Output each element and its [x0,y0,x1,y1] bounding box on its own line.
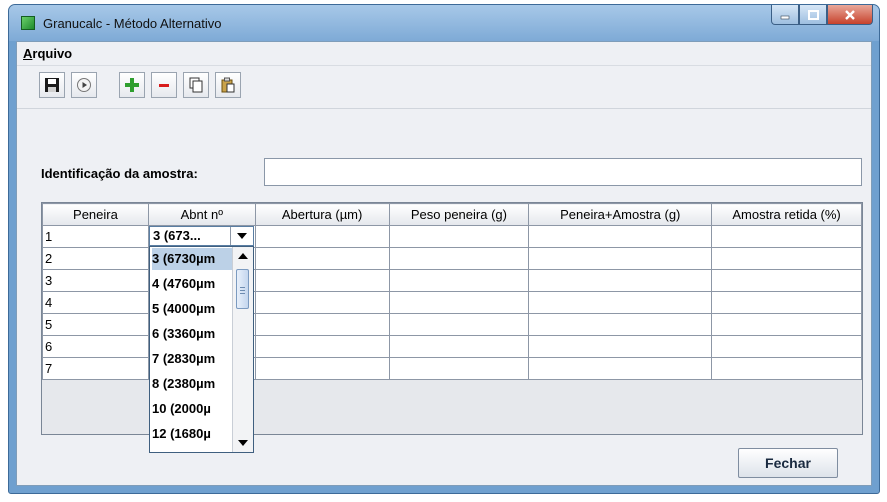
table-cell[interactable]: 3 [42,269,149,292]
table-cell[interactable] [254,269,390,292]
save-button[interactable] [39,72,65,98]
table-cell[interactable] [528,313,713,336]
dropdown-option[interactable]: 3 (6730µm [152,248,232,270]
table-cell[interactable] [711,335,862,358]
scroll-down-button[interactable] [233,434,253,452]
window-controls [771,5,873,27]
minimize-button[interactable] [771,5,799,25]
sample-id-label: Identificação da amostra: [41,166,198,181]
table-cell[interactable] [711,291,862,314]
table-cell[interactable] [528,247,713,270]
chevron-down-icon [238,440,248,446]
title-bar[interactable]: Granucalc - Método Alternativo [9,5,879,41]
table-cell[interactable] [528,269,713,292]
client-area: Arquivo Identificação da amostra: Peneir… [16,41,872,486]
table-cell[interactable]: 4 [42,291,149,314]
dropdown-option[interactable]: 4 (4760µm [152,273,232,295]
app-window: Granucalc - Método Alternativo Arquivo I… [8,4,880,494]
paste-button[interactable] [215,72,241,98]
dropdown-option[interactable]: 7 (2830µm [152,348,232,370]
dropdown-option[interactable]: 5 (4000µm [152,298,232,320]
run-button[interactable] [71,72,97,98]
play-icon [77,78,91,92]
toolbar [17,66,871,104]
abnt-dropdown-list: 3 (6730µm 4 (4760µm 5 (4000µm 6 (3360µm … [149,246,254,453]
table-cell[interactable] [711,313,862,336]
table-cell[interactable] [254,225,390,248]
maximize-icon [808,9,819,20]
chevron-up-icon [238,253,248,259]
add-row-button[interactable] [119,72,145,98]
table-cell[interactable] [254,357,390,380]
remove-row-button[interactable] [151,72,177,98]
table-cell[interactable] [388,291,530,314]
dropdown-scrollbar[interactable] [232,247,253,452]
table-cell[interactable] [388,247,530,270]
minimize-icon [780,15,790,19]
table-cell[interactable] [388,269,530,292]
app-icon [21,16,35,30]
table-cell[interactable]: 1 [42,225,149,248]
plus-icon [125,78,139,92]
maximize-button[interactable] [799,5,827,25]
toolbar-separator [17,108,871,109]
column-header-peneira-amostra[interactable]: Peneira+Amostra (g) [528,203,713,226]
table-cell[interactable] [711,269,862,292]
menu-arquivo[interactable]: Arquivo [23,46,72,61]
close-window-button[interactable] [827,5,873,25]
column-header-peso-peneira[interactable]: Peso peneira (g) [388,203,530,226]
table-cell[interactable] [711,357,862,380]
copy-icon [189,77,203,93]
thumb-grip [240,293,245,294]
close-icon [845,9,855,20]
scroll-up-button[interactable] [233,247,253,265]
chevron-down-icon [237,233,247,239]
table-cell[interactable] [528,335,713,358]
table-cell[interactable] [388,335,530,358]
table-cell[interactable]: 5 [42,313,149,336]
close-button[interactable]: Fechar [738,448,838,478]
menu-bar: Arquivo [17,42,871,66]
save-icon [45,78,59,92]
dropdown-option[interactable]: 8 (2380µm [152,373,232,395]
table-cell[interactable] [254,291,390,314]
table-cell[interactable] [254,313,390,336]
table-cell[interactable]: 7 [42,357,149,380]
column-header-abertura[interactable]: Abertura (µm) [254,203,390,226]
combo-arrow-button[interactable] [230,227,253,245]
dropdown-option[interactable]: 6 (3360µm [152,323,232,345]
scroll-thumb[interactable] [236,269,249,309]
table-cell[interactable]: 6 [42,335,149,358]
table-cell[interactable] [254,247,390,270]
table-cell[interactable] [711,247,862,270]
table-cell[interactable] [254,335,390,358]
thumb-grip [240,287,245,288]
table-cell[interactable] [711,225,862,248]
table-cell[interactable] [388,357,530,380]
copy-button[interactable] [183,72,209,98]
minus-icon [159,84,169,87]
table-header: Peneira Abnt nº Abertura (µm) Peso penei… [42,203,862,226]
column-header-abnt[interactable]: Abnt nº [147,203,256,226]
window-title: Granucalc - Método Alternativo [43,16,222,31]
table-cell[interactable]: 2 [42,247,149,270]
abnt-combo-box[interactable]: 3 (673... [149,226,254,246]
table-cell[interactable] [528,291,713,314]
column-header-peneira[interactable]: Peneira [42,203,149,226]
column-header-amostra-retida[interactable]: Amostra retida (%) [711,203,862,226]
sample-id-input[interactable] [264,158,862,186]
abnt-combo-value: 3 (673... [153,228,201,243]
table-cell[interactable] [388,225,530,248]
dropdown-option[interactable]: 12 (1680µ [152,423,232,445]
table-cell[interactable] [528,357,713,380]
thumb-grip [240,290,245,291]
dropdown-option[interactable]: 10 (2000µ [152,398,232,420]
table-cell[interactable] [388,313,530,336]
table-cell[interactable] [528,225,713,248]
paste-icon [221,77,235,93]
sieve-table: Peneira Abnt nº Abertura (µm) Peso penei… [41,202,863,453]
